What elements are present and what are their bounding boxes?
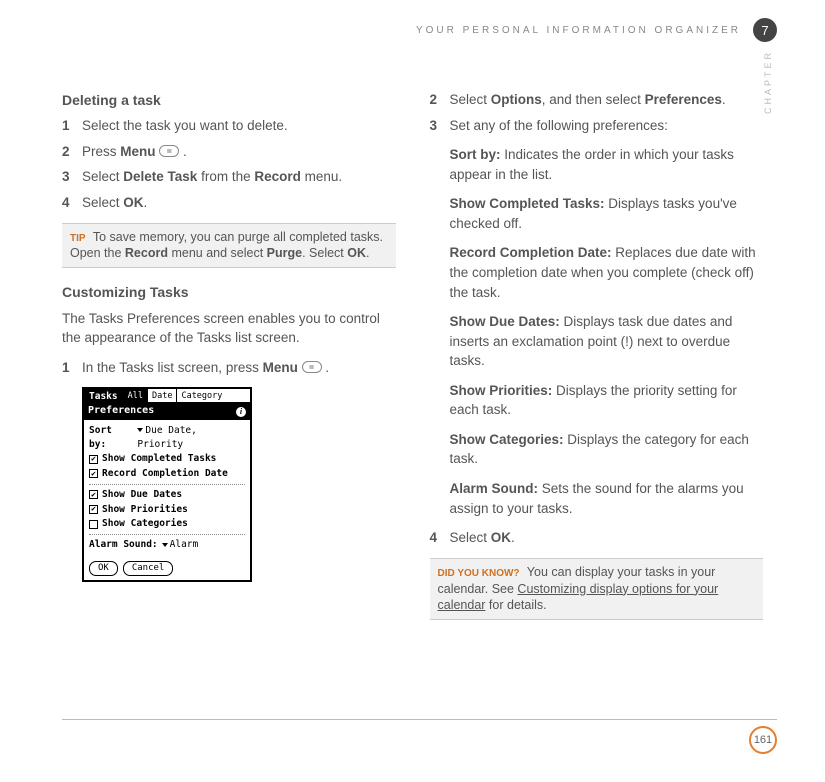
menu-key-icon: ≣ bbox=[159, 145, 179, 157]
def-alarm-sound: Alarm Sound: Sets the sound for the alar… bbox=[450, 479, 764, 518]
def-record-completion: Record Completion Date: Replaces due dat… bbox=[450, 243, 764, 302]
step-3r: 3 Set any of the following preferences: bbox=[430, 116, 764, 136]
def-show-completed: Show Completed Tasks: Displays tasks you… bbox=[450, 194, 764, 233]
step-3: 3 Select Delete Task from the Record men… bbox=[62, 167, 396, 187]
def-show-due-dates: Show Due Dates: Displays task due dates … bbox=[450, 312, 764, 371]
palm-tab-category[interactable]: Category bbox=[176, 389, 226, 402]
palm-body: Sort by: Due Date, Priority ✔ Show Compl… bbox=[84, 420, 250, 558]
step-num: 4 bbox=[62, 193, 82, 213]
chapter-vertical-label: CHAPTER bbox=[763, 50, 773, 114]
page-header: YOUR PERSONAL INFORMATION ORGANIZER 7 bbox=[416, 18, 777, 42]
palm-dialog-title: Preferences i bbox=[84, 403, 250, 420]
chapter-badge: 7 bbox=[753, 18, 777, 42]
heading-customizing: Customizing Tasks bbox=[62, 282, 396, 302]
running-head: YOUR PERSONAL INFORMATION ORGANIZER bbox=[416, 25, 741, 36]
def-show-categories: Show Categories: Displays the category f… bbox=[450, 430, 764, 469]
step-text: In the Tasks list screen, press Menu ≣ . bbox=[82, 358, 396, 378]
palm-ok-button[interactable]: OK bbox=[89, 561, 118, 576]
preference-definitions: Sort by: Indicates the order in which yo… bbox=[450, 145, 764, 518]
step-2: 2 Press Menu ≣ . bbox=[62, 142, 396, 162]
step-num: 1 bbox=[62, 358, 82, 378]
palm-sortby-row: Sort by: Due Date, Priority bbox=[89, 424, 245, 452]
checkbox-checked-icon: ✔ bbox=[89, 455, 98, 464]
step-text: Select OK. bbox=[82, 193, 396, 213]
palm-check-completed[interactable]: ✔ Show Completed Tasks bbox=[89, 452, 245, 466]
step-num: 4 bbox=[430, 528, 450, 548]
page-number: 161 bbox=[749, 726, 777, 754]
step-4: 4 Select OK. bbox=[62, 193, 396, 213]
dyk-label: DID YOU KNOW? bbox=[438, 568, 520, 579]
step-text: Set any of the following preferences: bbox=[450, 116, 764, 136]
palm-app-title: Tasks bbox=[84, 389, 123, 402]
checkbox-checked-icon: ✔ bbox=[89, 490, 98, 499]
step-text: Select Options, and then select Preferen… bbox=[450, 90, 764, 110]
step-text: Select OK. bbox=[450, 528, 764, 548]
step-num: 1 bbox=[62, 116, 82, 136]
divider bbox=[89, 484, 245, 485]
intro-paragraph: The Tasks Preferences screen enables you… bbox=[62, 309, 396, 348]
palm-tab-all[interactable]: All bbox=[123, 389, 147, 402]
palm-alarm-dropdown[interactable]: Alarm bbox=[162, 538, 199, 552]
page-footer: 161 bbox=[62, 719, 777, 754]
info-icon[interactable]: i bbox=[236, 407, 246, 417]
step-text: Select Delete Task from the Record menu. bbox=[82, 167, 396, 187]
left-column: Deleting a task 1 Select the task you wa… bbox=[62, 90, 396, 702]
palm-check-priorities[interactable]: ✔ Show Priorities bbox=[89, 503, 245, 517]
step-text: Press Menu ≣ . bbox=[82, 142, 396, 162]
right-column: 2 Select Options, and then select Prefer… bbox=[430, 90, 764, 702]
tip-label: TIP bbox=[70, 233, 86, 244]
dropdown-icon bbox=[162, 543, 168, 547]
palm-sortby-dropdown[interactable]: Due Date, Priority bbox=[137, 424, 245, 452]
palm-alarm-row: Alarm Sound: Alarm bbox=[89, 538, 245, 552]
palm-check-categories[interactable]: Show Categories bbox=[89, 517, 245, 531]
step-num: 2 bbox=[430, 90, 450, 110]
palm-check-due-dates[interactable]: ✔ Show Due Dates bbox=[89, 488, 245, 502]
step-1b: 1 In the Tasks list screen, press Menu ≣… bbox=[62, 358, 396, 378]
def-show-priorities: Show Priorities: Displays the priority s… bbox=[450, 381, 764, 420]
did-you-know-box: DID YOU KNOW? You can display your tasks… bbox=[430, 558, 764, 621]
checkbox-checked-icon: ✔ bbox=[89, 469, 98, 478]
step-num: 3 bbox=[62, 167, 82, 187]
palm-check-record-date[interactable]: ✔ Record Completion Date bbox=[89, 467, 245, 481]
step-2r: 2 Select Options, and then select Prefer… bbox=[430, 90, 764, 110]
palm-cancel-button[interactable]: Cancel bbox=[123, 561, 174, 576]
content-columns: Deleting a task 1 Select the task you wa… bbox=[62, 90, 763, 702]
palm-button-row: OK Cancel bbox=[84, 558, 250, 580]
palm-tabs: All Date Category bbox=[123, 389, 250, 402]
divider bbox=[89, 534, 245, 535]
def-sortby: Sort by: Indicates the order in which yo… bbox=[450, 145, 764, 184]
tip-box: TIP To save memory, you can purge all co… bbox=[62, 223, 396, 269]
step-num: 2 bbox=[62, 142, 82, 162]
heading-deleting: Deleting a task bbox=[62, 90, 396, 110]
palm-screenshot: Tasks All Date Category Preferences i So… bbox=[82, 387, 252, 582]
dropdown-icon bbox=[137, 428, 143, 432]
step-text: Select the task you want to delete. bbox=[82, 116, 396, 136]
step-4r: 4 Select OK. bbox=[430, 528, 764, 548]
palm-tab-date[interactable]: Date bbox=[147, 389, 176, 402]
checkbox-unchecked-icon bbox=[89, 520, 98, 529]
step-1: 1 Select the task you want to delete. bbox=[62, 116, 396, 136]
palm-titlebar: Tasks All Date Category bbox=[84, 389, 250, 403]
menu-key-icon: ≣ bbox=[302, 361, 322, 373]
step-num: 3 bbox=[430, 116, 450, 136]
checkbox-checked-icon: ✔ bbox=[89, 505, 98, 514]
